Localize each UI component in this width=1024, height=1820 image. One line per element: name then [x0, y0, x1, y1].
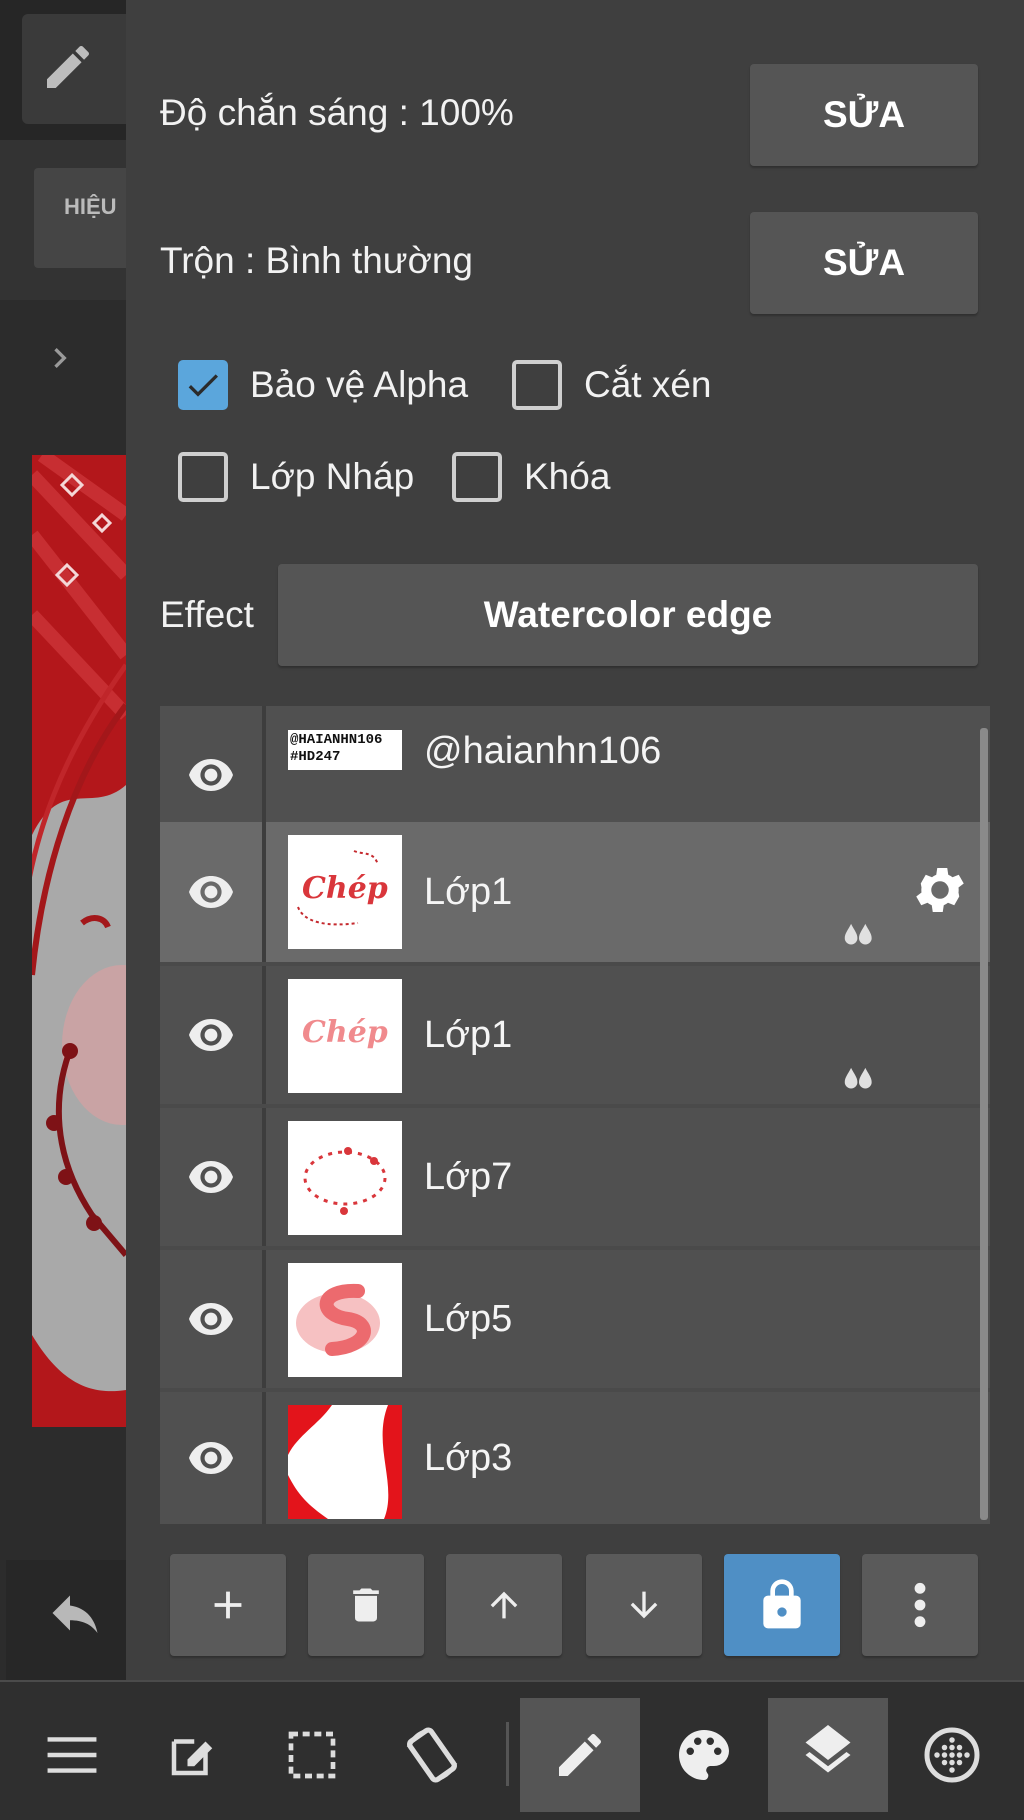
- pen-tool-button[interactable]: [22, 14, 126, 124]
- row-divider: [262, 822, 266, 962]
- lock-icon: [763, 1579, 801, 1629]
- eye-icon: [189, 1303, 233, 1335]
- layers-icon: [805, 1725, 851, 1773]
- layer-name: Lớp1: [424, 870, 513, 913]
- canvas-side-strip: HIỆU: [0, 0, 126, 1680]
- layers-tab[interactable]: [768, 1698, 888, 1812]
- more-options-button[interactable]: [862, 1554, 978, 1656]
- alpha-protect-label: Bảo vệ Alpha: [250, 364, 469, 405]
- trash-icon: [353, 1588, 379, 1622]
- watercolor-drops-icon: [840, 1064, 878, 1099]
- row-divider: [262, 1392, 266, 1524]
- checkbox-empty-icon: [452, 452, 502, 502]
- menu-button[interactable]: [12, 1698, 132, 1812]
- draft-layer-label: Lớp Nháp: [250, 456, 415, 497]
- undo-button[interactable]: [6, 1560, 126, 1680]
- alpha-protect-checkbox[interactable]: Bảo vệ Alpha: [178, 360, 468, 410]
- pencil-icon: [40, 39, 96, 100]
- eye-icon: [189, 1019, 233, 1051]
- selection-icon: [288, 1731, 336, 1779]
- layer-row[interactable]: Chép Lớp1: [160, 966, 990, 1104]
- watercolor-drops-icon: [840, 920, 878, 955]
- eye-icon: [189, 1161, 233, 1193]
- chevron-right-icon[interactable]: [40, 336, 80, 385]
- layer-name: Lớp7: [424, 1155, 513, 1198]
- row-divider: [262, 966, 266, 1104]
- clipping-label: Cắt xén: [584, 364, 712, 405]
- layer-thumbnail: [288, 1263, 402, 1377]
- undo-icon: [45, 1592, 105, 1649]
- row-divider: [262, 1108, 266, 1246]
- lock-layer-button[interactable]: [724, 1554, 840, 1656]
- rotate-canvas-button[interactable]: [372, 1698, 492, 1812]
- row-divider: [262, 1250, 266, 1388]
- layer-name: @haianhn106: [424, 729, 662, 772]
- layer-list: @HAIANHN106 #HD247 @haianhn106 Chép Lớp1: [160, 706, 990, 1524]
- opacity-label: Độ chắn sáng : 100%: [160, 92, 514, 133]
- layer-row[interactable]: Lớp3: [160, 1392, 990, 1524]
- material-grid-tab[interactable]: [892, 1698, 1012, 1812]
- effect-label: Effect: [160, 594, 254, 635]
- menu-icon: [47, 1737, 97, 1773]
- layer-row-selected[interactable]: Chép Lớp1: [160, 822, 990, 962]
- pen-tool-tab[interactable]: [520, 1698, 640, 1812]
- eye-icon: [189, 876, 233, 908]
- thumb-text: Chép: [302, 1015, 388, 1050]
- checkbox-empty-icon: [178, 452, 228, 502]
- app-root: HIỆU Độ chắn sáng: 100% SỬA Trộn: Bình…: [0, 0, 1024, 1820]
- grid-icon: [924, 1727, 980, 1783]
- checkbox-checked-icon: [178, 360, 228, 410]
- layer-list-scrollbar[interactable]: [980, 728, 988, 1520]
- more-vertical-icon: [914, 1582, 926, 1628]
- draft-layer-checkbox[interactable]: Lớp Nháp: [178, 452, 414, 502]
- layer-thumbnail: [288, 1405, 402, 1519]
- visibility-toggle[interactable]: [160, 1108, 262, 1246]
- layer-thumbnail: @HAIANHN106 #HD247: [288, 730, 402, 770]
- layer-name: Lớp3: [424, 1436, 513, 1479]
- add-icon: [214, 1591, 242, 1619]
- move-layer-down-button[interactable]: [586, 1554, 702, 1656]
- layer-name: Lớp5: [424, 1297, 513, 1340]
- layer-thumbnail: Chép: [288, 835, 402, 949]
- layer-name: Lớp1: [424, 1013, 513, 1056]
- delete-layer-button[interactable]: [308, 1554, 424, 1656]
- pen-icon: [559, 1733, 602, 1776]
- color-palette-tab[interactable]: [644, 1698, 764, 1812]
- eye-icon: [189, 759, 233, 791]
- lock-label: Khóa: [524, 456, 611, 497]
- layer-thumbnail: Chép: [288, 979, 402, 1093]
- edit-icon: [171, 1739, 213, 1776]
- layer-row[interactable]: Lớp5: [160, 1250, 990, 1388]
- effect-select-button[interactable]: Watercolor edge: [278, 564, 978, 666]
- edit-button[interactable]: [132, 1698, 252, 1812]
- layer-row[interactable]: Lớp7: [160, 1108, 990, 1246]
- clipping-checkbox[interactable]: Cắt xén: [512, 360, 712, 410]
- checkbox-empty-icon: [512, 360, 562, 410]
- blend-edit-button[interactable]: SỬA: [750, 212, 978, 314]
- canvas-preview[interactable]: [32, 455, 126, 1427]
- opacity-edit-button[interactable]: SỬA: [750, 64, 978, 166]
- visibility-toggle[interactable]: [160, 966, 262, 1104]
- lock-checkbox[interactable]: Khóa: [452, 452, 610, 502]
- bottom-toolbar: [0, 1680, 1024, 1820]
- eye-icon: [189, 1442, 233, 1474]
- blend-label: Trộn : Bình thường: [160, 240, 473, 281]
- toolbar-separator: [506, 1722, 509, 1786]
- gear-icon[interactable]: [910, 860, 970, 925]
- effect-tab[interactable]: HIỆU: [34, 168, 126, 268]
- visibility-toggle[interactable]: [160, 1250, 262, 1388]
- palette-icon: [679, 1730, 729, 1780]
- arrow-up-icon: [490, 1591, 518, 1619]
- visibility-toggle[interactable]: [160, 822, 262, 962]
- thumb-text-line: #HD247: [290, 749, 341, 765]
- move-layer-up-button[interactable]: [446, 1554, 562, 1656]
- rotate-icon: [406, 1727, 458, 1783]
- add-layer-button[interactable]: [170, 1554, 286, 1656]
- thumb-text-line: @HAIANHN106: [290, 732, 383, 748]
- arrow-down-icon: [630, 1591, 658, 1619]
- selection-button[interactable]: [252, 1698, 372, 1812]
- visibility-toggle[interactable]: [160, 1392, 262, 1524]
- layer-thumbnail: [288, 1121, 402, 1235]
